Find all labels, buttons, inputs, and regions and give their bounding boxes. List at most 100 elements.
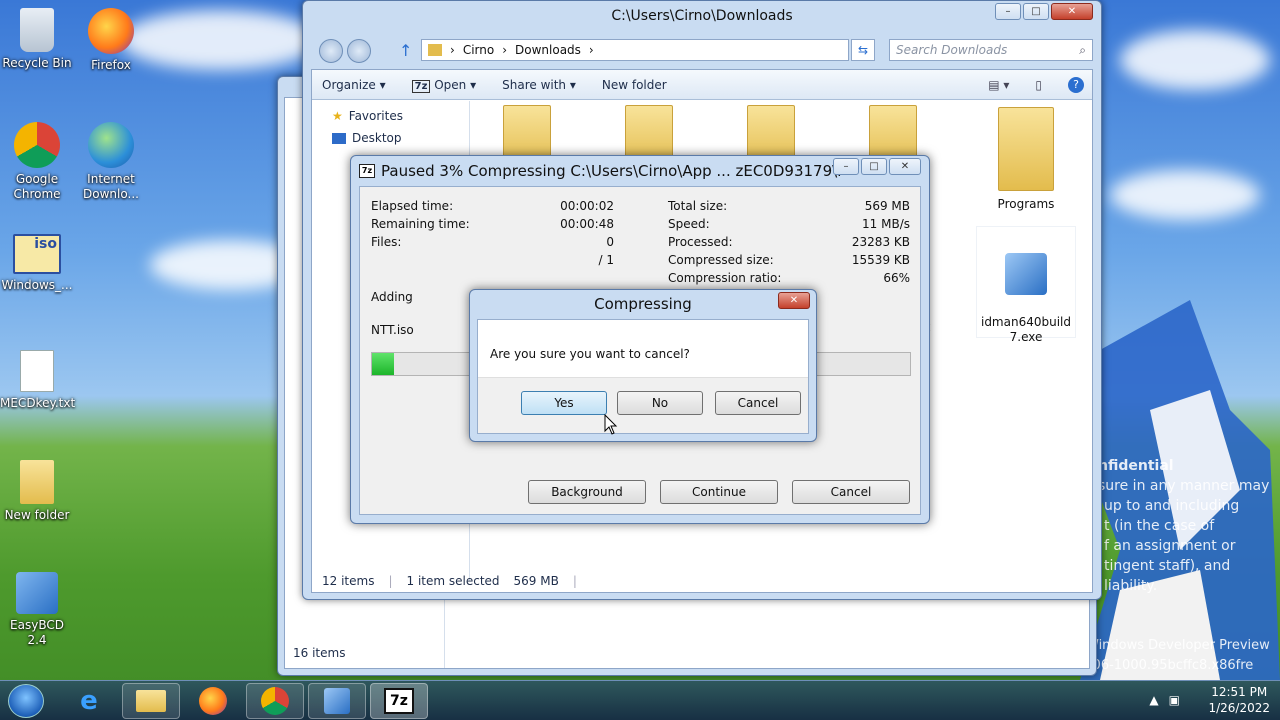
processed-label: Processed: [668,235,733,249]
internet-explorer-icon: e [80,686,98,716]
desktop-icon-new-folder[interactable]: New folder [0,460,74,523]
desktop-icon-label: Windows_... [1,278,73,292]
chrome-icon [261,687,289,715]
speed-value: 11 MB/s [862,217,910,231]
elapsed-value: 00:00:02 [560,199,614,213]
confirm-message: Are you sure you want to cancel? [490,347,690,361]
breadcrumb-cirno[interactable]: Cirno [463,43,494,57]
cancel-button[interactable]: Cancel [715,391,801,415]
close-button[interactable]: ✕ [889,158,921,175]
clock[interactable]: 12:51 PM 1/26/2022 [1208,684,1270,716]
watermark-line: liability. [1104,578,1158,594]
installer-icon [324,688,350,714]
forward-button[interactable] [347,39,371,63]
speed-label: Speed: [668,217,710,231]
system-tray: ▲ ▣ [1149,693,1180,707]
taskbar-file-explorer[interactable] [122,683,180,719]
files-value: 0 [606,235,614,249]
breadcrumb-downloads[interactable]: Downloads [515,43,581,57]
recycle-bin-icon [20,8,54,52]
watermark-line: tingent staff), and [1104,558,1231,574]
share-with-menu[interactable]: Share with ▾ [502,78,576,92]
desktop-icon-label: EasyBCD 2.4 [10,618,64,647]
cancel-compression-button[interactable]: Cancel [792,480,910,504]
files-total: / 1 [598,253,615,267]
continue-button[interactable]: Continue [660,480,778,504]
back-button[interactable] [319,39,343,63]
no-button[interactable]: No [617,391,703,415]
network-icon[interactable]: ▣ [1169,693,1180,707]
remaining-value: 00:00:48 [560,217,614,231]
start-button[interactable] [8,684,44,718]
chevron-right-icon: › [502,43,508,57]
taskbar-chrome[interactable] [246,683,304,719]
open-menu[interactable]: 7z Open ▾ [411,78,476,93]
close-button[interactable]: ✕ [1051,3,1093,20]
show-hidden-icons[interactable]: ▲ [1149,693,1158,707]
desktop-icon-internet-download-manager[interactable]: Internet Downlo... [74,122,148,202]
nav-favorites[interactable]: ★ Favorites [332,109,403,123]
file-item-idman[interactable]: idman640build7.exe [976,226,1076,344]
watermark-line: up to and including [1104,498,1240,514]
preview-pane-icon[interactable]: ▯ [1035,78,1042,92]
minimize-button[interactable]: – [995,3,1021,20]
taskbar-firefox[interactable] [184,683,242,719]
desktop-icon-label: New folder [4,508,70,522]
desktop-icon-windows-iso[interactable]: iso Windows_... [0,234,74,293]
compression-ratio-value: 66% [883,271,910,285]
nav-desktop[interactable]: Desktop [332,131,402,145]
progress-bar-fill [372,353,394,375]
address-bar[interactable]: › Cirno › Downloads › [421,39,849,61]
taskbar-internet-explorer[interactable]: e [60,683,118,719]
command-bar: Organize ▾ 7z Open ▾ Share with ▾ New fo… [312,70,1092,100]
caption-buttons: – □ ✕ [833,158,921,175]
maximize-button[interactable]: □ [1023,3,1049,20]
caption-buttons: – □ ✕ [995,3,1093,20]
close-button[interactable]: ✕ [778,292,810,309]
total-size-value: 569 MB [864,199,910,213]
refresh-button[interactable]: ⇆ [851,39,875,61]
search-box[interactable]: Search Downloads ⌕ [889,39,1093,61]
status-size: 569 MB [513,574,559,588]
desktop-icon-firefox[interactable]: Firefox [74,8,148,73]
search-placeholder: Search Downloads [896,43,1008,57]
organize-menu[interactable]: Organize ▾ [322,78,386,92]
taskbar-installer[interactable] [308,683,366,719]
views-icon[interactable]: ▤ ▾ [988,78,1009,92]
chevron-right-icon: › [450,43,455,57]
desktop-icon-easybcd[interactable]: EasyBCD 2.4 [0,572,74,648]
files-label: Files: [371,235,402,249]
cancel-confirmation-dialog[interactable]: Compressing ✕ Are you sure you want to c… [469,289,817,442]
compression-ratio-label: Compression ratio: [668,271,782,285]
taskbar: e 7z ▲ ▣ 12:51 PM 1/26/2022 [0,680,1280,720]
operation-label: Adding [371,290,413,304]
easybcd-icon [16,572,58,614]
watermark-line: sure in any manner may [1098,478,1270,494]
yes-button[interactable]: Yes [521,391,607,415]
progress-dialog-title: Paused 3% Compressing C:\Users\Cirno\App… [381,162,841,180]
status-item-count: 16 items [293,646,346,660]
window-title: C:\Users\Cirno\Downloads [611,8,793,24]
7zip-icon: 7z [359,164,375,178]
installer-icon [1005,253,1047,295]
help-icon[interactable]: ? [1068,76,1084,93]
desktop-icon-label: Google Chrome [13,172,61,201]
status-item-count: 12 items [322,574,375,588]
minimize-button[interactable]: – [833,158,859,175]
taskbar-7zip[interactable]: 7z [370,683,428,719]
folder-icon [20,460,54,504]
desktop-icon-google-chrome[interactable]: Google Chrome [0,122,74,202]
desktop-icon-label: MECDkey.txt [0,396,76,410]
up-arrow-icon[interactable]: ↑ [399,41,412,60]
background-button[interactable]: Background [528,480,646,504]
desktop-icon-label: Recycle Bin [2,56,72,70]
desktop-icon-mecdkey-txt[interactable]: MECDkey.txt [0,350,76,411]
folder-item-programs[interactable]: Programs [976,105,1076,221]
maximize-button[interactable]: □ [861,158,887,175]
confirm-dialog-footer: Yes No Cancel [478,377,808,433]
file-label: idman640build7.exe [980,315,1071,344]
status-bar-back: 16 items [293,646,345,660]
new-folder-button[interactable]: New folder [602,78,667,92]
status-selection: 1 item selected [406,574,500,588]
desktop-icon-recycle-bin[interactable]: Recycle Bin [0,8,74,71]
